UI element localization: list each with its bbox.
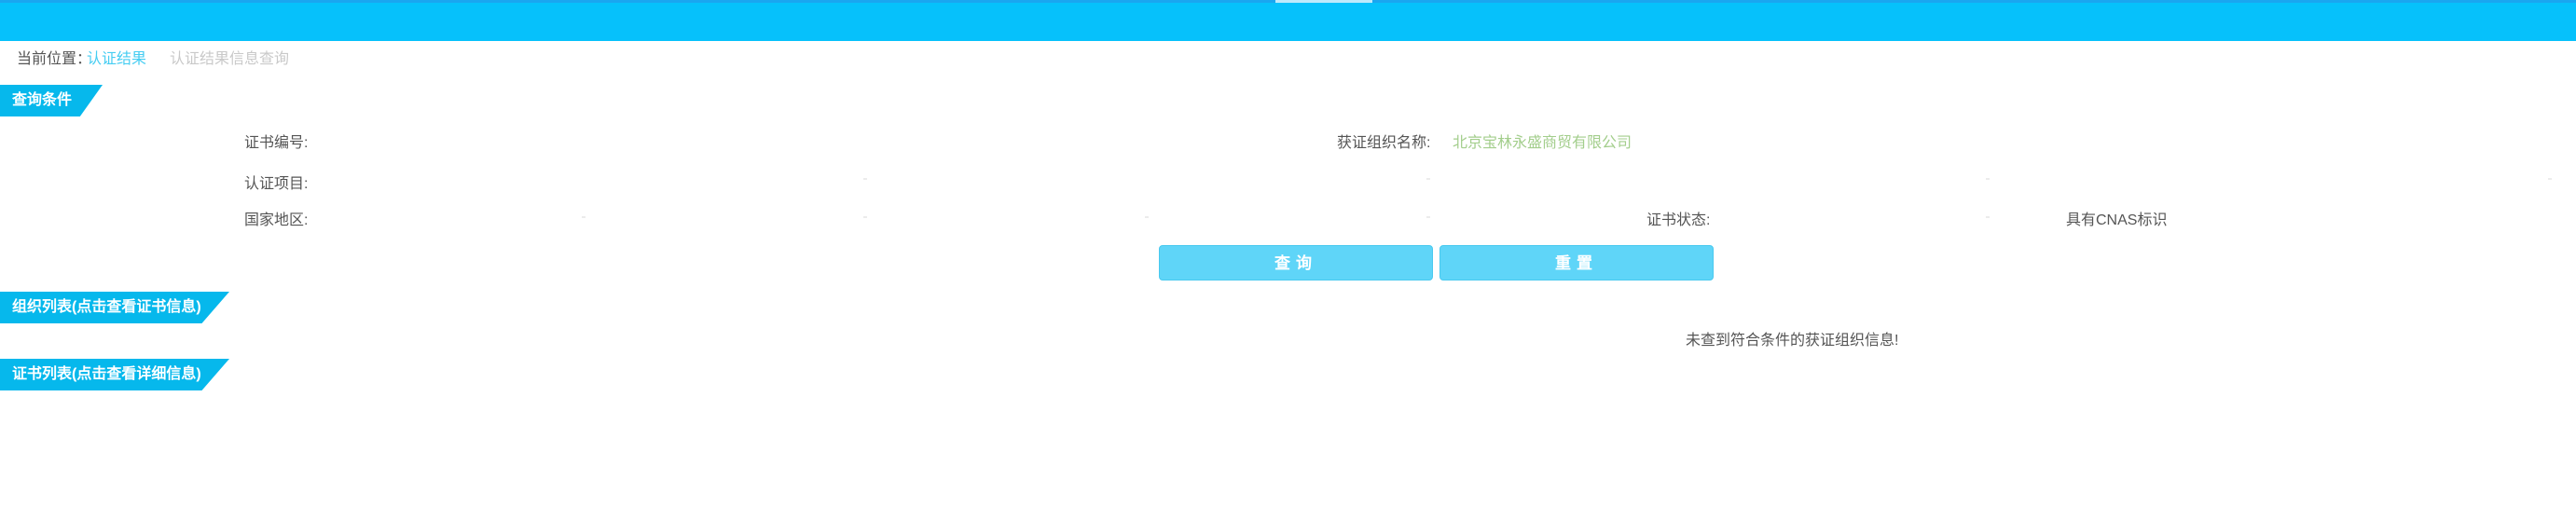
region-option-dot[interactable] — [1426, 216, 1430, 218]
section-query-conditions: 查询条件 — [0, 85, 103, 116]
breadcrumb-label: 当前位置： — [17, 51, 92, 67]
breadcrumb-link-cert-query[interactable]: 认证结果信息查询 — [170, 50, 289, 69]
org-name-input[interactable]: 北京宝林永盛商贸有限公司 — [1453, 134, 1632, 153]
cert-number-label: 证书编号: — [244, 135, 309, 151]
cert-status-label: 证书状态: — [1646, 212, 1711, 228]
header-bar — [0, 0, 2576, 41]
header-indicator — [1275, 0, 1372, 3]
project-option-dot[interactable] — [863, 178, 867, 180]
section-cert-list-title: 证书列表(点击查看详细信息) — [12, 366, 201, 382]
empty-result-message: 未查到符合条件的获证组织信息! — [1686, 333, 1899, 349]
cnas-mark-option[interactable]: 具有CNAS标识 — [2066, 212, 2167, 230]
section-org-list: 组织列表(点击查看证书信息) — [0, 292, 229, 323]
cert-project-label: 认证项目: — [244, 176, 309, 192]
region-option-dot[interactable] — [1145, 216, 1149, 218]
region-option-dot[interactable] — [582, 216, 585, 218]
project-option-dot[interactable] — [1986, 178, 1990, 180]
section-query-title: 查询条件 — [12, 92, 73, 108]
section-cert-list: 证书列表(点击查看详细信息) — [0, 359, 229, 390]
status-option-dot[interactable] — [1986, 216, 1990, 218]
region-label: 国家地区: — [244, 212, 309, 228]
query-button[interactable]: 查询 — [1159, 245, 1433, 281]
region-option-dot[interactable] — [863, 216, 867, 218]
breadcrumb-link-cert-results[interactable]: 认证结果 — [87, 50, 146, 69]
reset-button[interactable]: 重置 — [1440, 245, 1714, 281]
section-org-list-title: 组织列表(点击查看证书信息) — [12, 299, 201, 315]
project-option-dot[interactable] — [1426, 178, 1430, 180]
org-name-label: 获证组织名称: — [1337, 135, 1431, 151]
project-option-dot[interactable] — [2548, 178, 2552, 180]
